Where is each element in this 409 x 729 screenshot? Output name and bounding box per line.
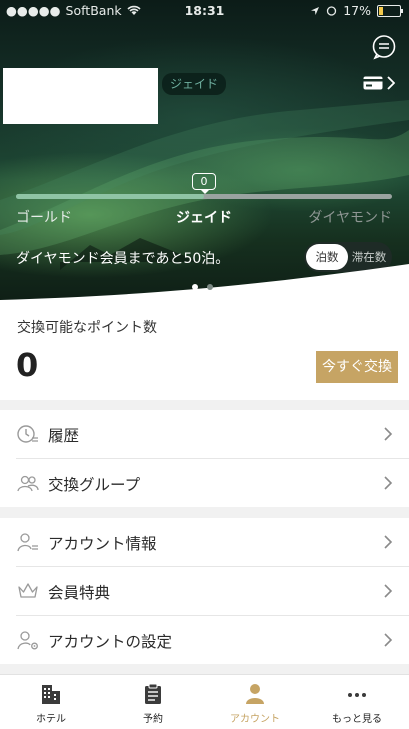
chevron-right-icon — [387, 76, 395, 90]
menu-label-exchange-group: 交換グループ — [48, 476, 141, 494]
menu-label-account-info: アカウント情報 — [48, 535, 157, 553]
menu-item-exchange-group[interactable]: 交換グループ — [0, 459, 409, 507]
account-person-icon — [246, 684, 264, 704]
card-icon — [363, 76, 383, 90]
points-section: 交換可能なポイント数 0 今すぐ交換 — [0, 300, 409, 400]
history-clock-icon — [17, 425, 38, 443]
menu-item-history[interactable]: 履歴 — [0, 410, 409, 458]
menu-label-history: 履歴 — [48, 427, 80, 445]
points-value: 0 — [16, 346, 39, 384]
crown-icon — [18, 583, 38, 598]
account-info-icon — [17, 533, 38, 552]
menu-item-member-benefits[interactable]: 会員特典 — [0, 567, 409, 615]
section-gap — [0, 400, 409, 410]
tab-label-hotel: ホテル — [36, 714, 66, 725]
menu-item-account-settings[interactable]: アカウントの設定 — [0, 616, 409, 664]
section-gap — [0, 507, 409, 518]
tab-account[interactable]: アカウント — [204, 675, 306, 729]
menu-label-account-settings: アカウントの設定 — [48, 633, 173, 651]
reservation-clipboard-icon — [145, 683, 161, 704]
location-arrow-icon — [311, 6, 320, 15]
tier-chip: ジェイド — [162, 73, 227, 95]
hotel-building-icon — [42, 685, 60, 704]
tab-reservation[interactable]: 予約 — [102, 675, 204, 729]
tier-progress-fill — [16, 194, 204, 199]
tab-label-account: アカウント — [230, 714, 280, 725]
tab-label-more: もっと見る — [332, 714, 382, 725]
points-label: 交換可能なポイント数 — [17, 320, 157, 336]
member-name-redacted — [3, 68, 158, 124]
tab-hotel[interactable]: ホテル — [0, 675, 102, 729]
chevron-right-icon — [384, 427, 393, 441]
alarm-icon — [327, 6, 337, 16]
page-dot-active — [192, 284, 198, 290]
chevron-right-icon — [384, 584, 393, 598]
nights-count-bubble: 0 — [192, 173, 216, 194]
hero-curve-divider — [0, 264, 409, 300]
battery-icon — [377, 4, 403, 17]
chevron-right-icon — [384, 535, 393, 549]
chevron-right-icon — [384, 633, 393, 647]
more-dots-icon — [348, 693, 366, 697]
menu-item-account-info[interactable]: アカウント情報 — [0, 518, 409, 566]
tier-progress-bar — [16, 194, 392, 199]
tab-label-reservation: 予約 — [143, 714, 163, 725]
chevron-right-icon — [384, 476, 393, 490]
bottom-tab-bar: ホテル 予約 アカウント もっと見る — [0, 674, 409, 729]
menu-label-member-benefits: 会員特典 — [48, 584, 111, 602]
tier-label-jade: ジェイド — [176, 210, 232, 226]
tier-label-diamond: ダイヤモンド — [308, 210, 392, 226]
battery-percent: 17% — [343, 3, 371, 18]
account-settings-icon — [17, 631, 38, 650]
page-indicator — [192, 284, 213, 290]
exchange-now-button[interactable]: 今すぐ交換 — [316, 351, 398, 383]
tab-more[interactable]: もっと見る — [306, 675, 408, 729]
page-dot-inactive — [207, 284, 213, 290]
tier-label-gold: ゴールド — [16, 210, 72, 226]
chat-icon[interactable] — [371, 34, 397, 60]
status-bar: ●●●●● SoftBank 18:31 17% — [0, 0, 409, 22]
group-people-icon — [17, 475, 39, 492]
hero-banner: ●●●●● SoftBank 18:31 17% ジェイド 0 ゴールド ジェイ… — [0, 0, 409, 300]
section-gap — [0, 664, 409, 674]
membership-card-button[interactable] — [363, 76, 395, 90]
